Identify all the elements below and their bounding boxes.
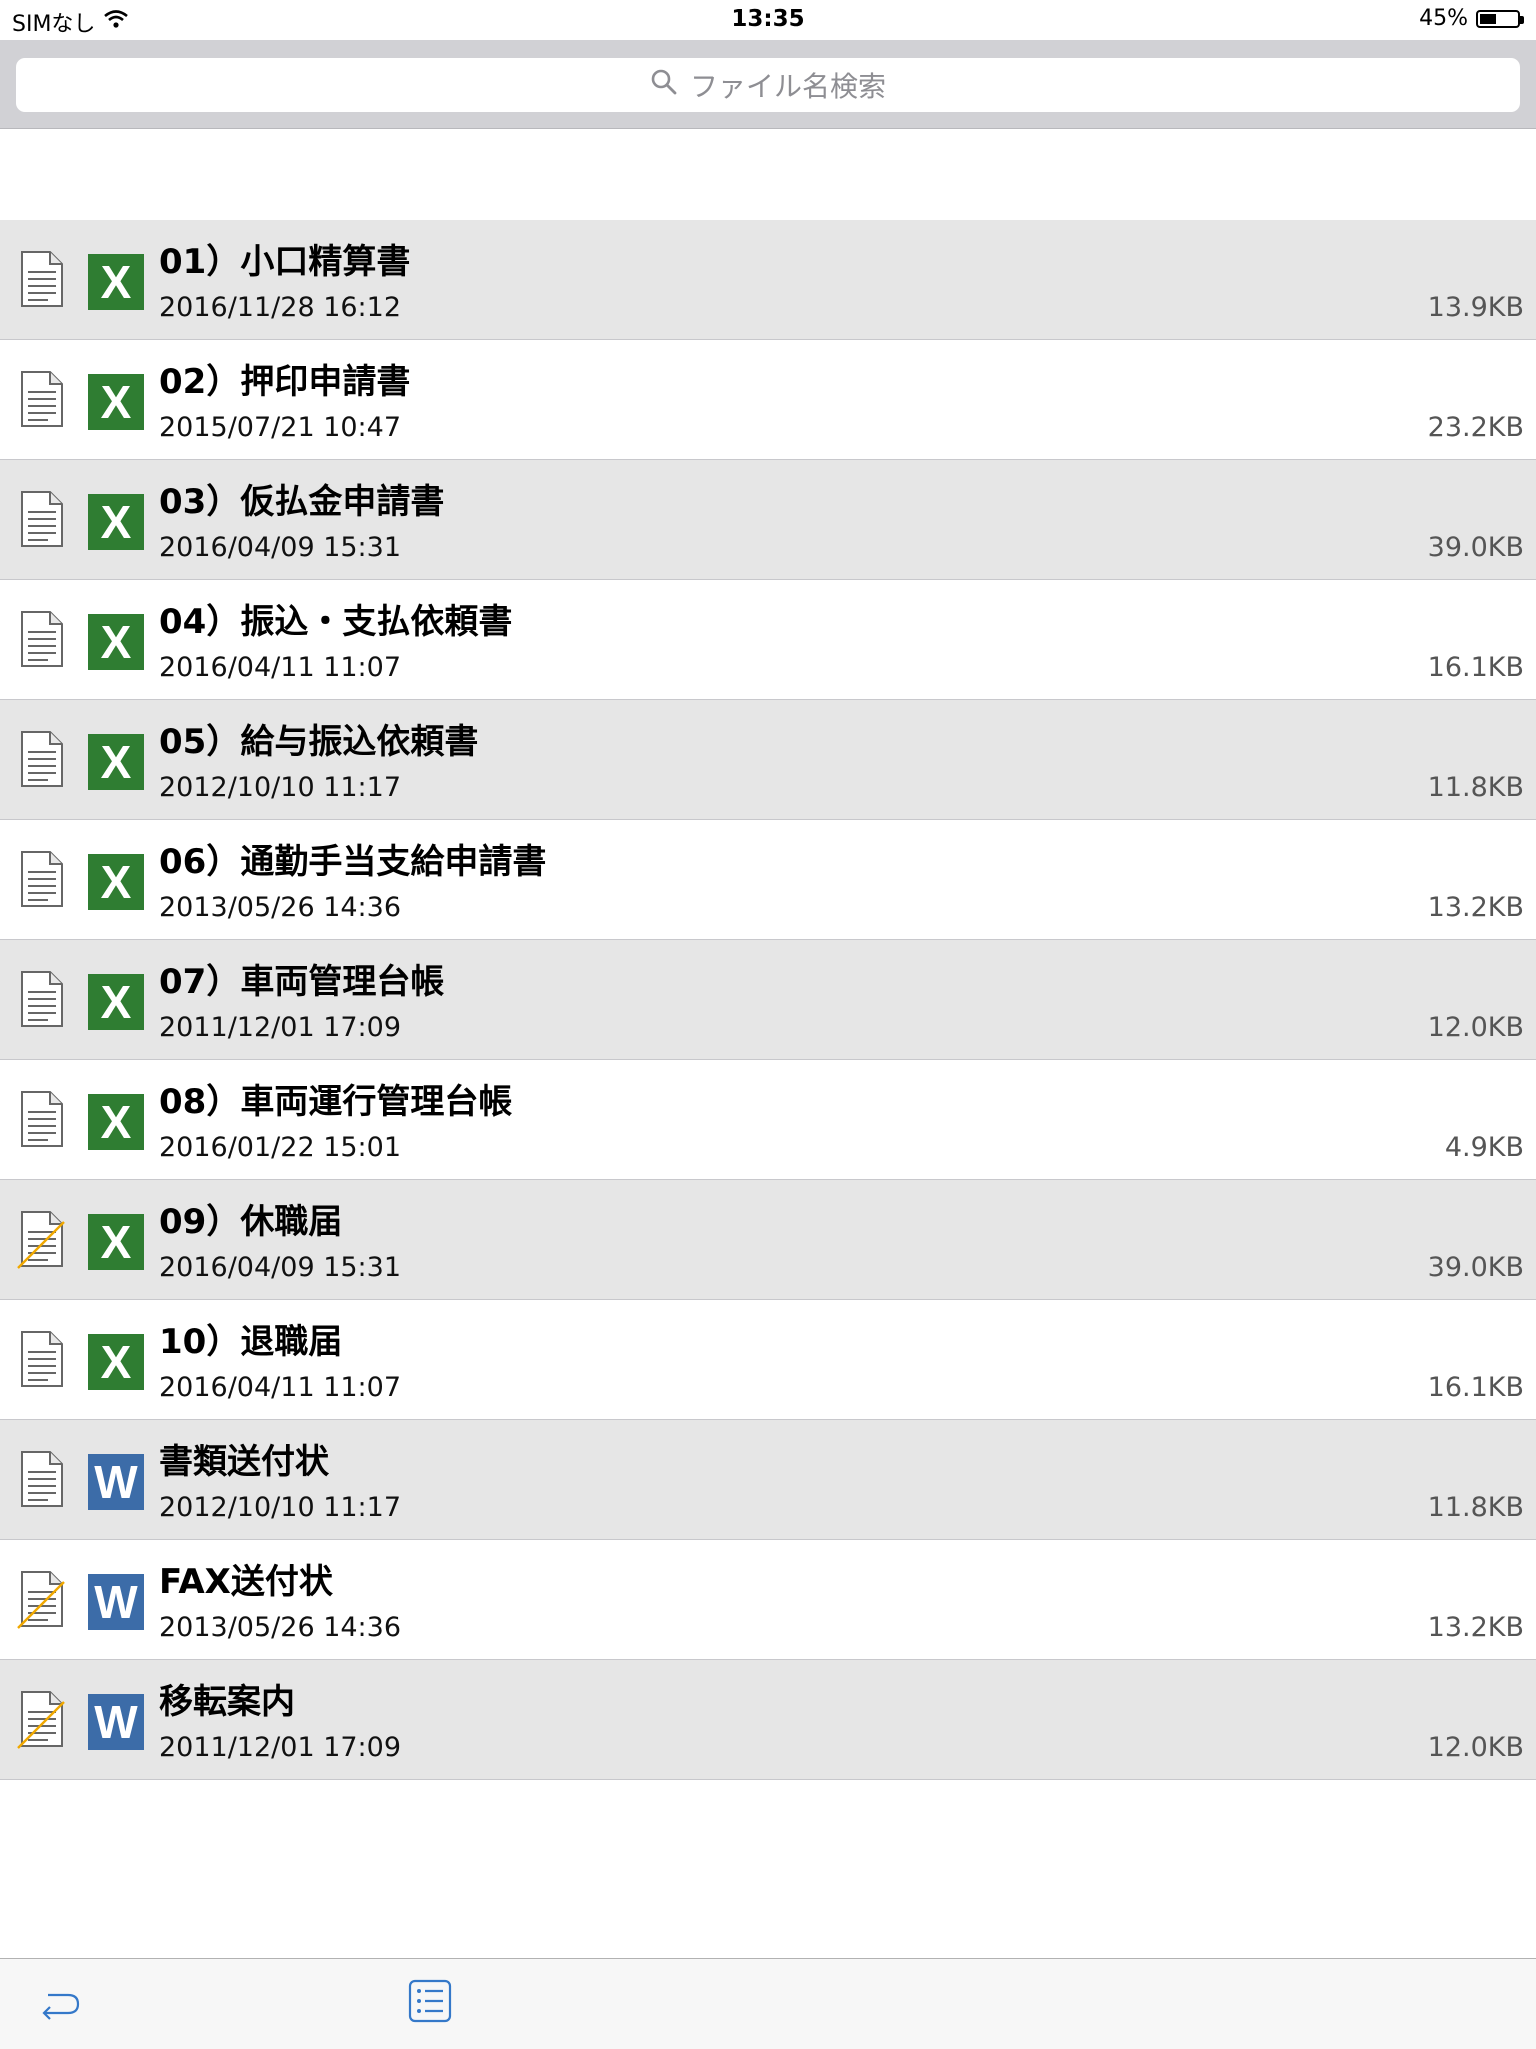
file-date: 2016/01/22 15:01 xyxy=(159,1132,402,1163)
edited-document-icon xyxy=(16,1568,68,1630)
search-bar: ファイル名検索 xyxy=(0,40,1536,129)
file-date: 2013/05/26 14:36 xyxy=(159,1612,402,1643)
file-row[interactable]: X 07）車両管理台帳 2011/12/01 17:09 12.0KB xyxy=(0,940,1536,1060)
file-size: 16.1KB xyxy=(1427,652,1524,683)
battery-icon xyxy=(1476,9,1524,28)
file-size: 11.8KB xyxy=(1427,772,1524,803)
excel-icon: X xyxy=(88,974,144,1030)
file-row[interactable]: W FAX送付状 2013/05/26 14:36 13.2KB xyxy=(0,1540,1536,1660)
word-icon: W xyxy=(88,1454,144,1510)
status-right: 45% xyxy=(1419,6,1524,31)
file-name: FAX送付状 xyxy=(159,1562,333,1602)
file-date: 2012/10/10 11:17 xyxy=(159,1492,402,1523)
edited-document-icon xyxy=(16,1208,68,1270)
status-time: 13:35 xyxy=(731,6,805,32)
document-icon xyxy=(16,968,68,1030)
file-row[interactable]: W 書類送付状 2012/10/10 11:17 11.8KB xyxy=(0,1420,1536,1540)
file-size: 11.8KB xyxy=(1427,1492,1524,1523)
file-row[interactable]: X 01）小口精算書 2016/11/28 16:12 13.9KB xyxy=(0,220,1536,340)
file-size: 23.2KB xyxy=(1427,412,1524,443)
file-size: 12.0KB xyxy=(1427,1012,1524,1043)
document-icon xyxy=(16,368,68,430)
file-row[interactable]: X 04）振込・支払依頼書 2016/04/11 11:07 16.1KB xyxy=(0,580,1536,700)
file-size: 13.9KB xyxy=(1427,292,1524,323)
file-name: 移転案内 xyxy=(159,1682,295,1722)
file-size: 16.1KB xyxy=(1427,1372,1524,1403)
file-date: 2016/04/11 11:07 xyxy=(159,1372,402,1403)
document-icon xyxy=(16,728,68,790)
file-name: 02）押印申請書 xyxy=(159,362,411,402)
file-date: 2012/10/10 11:17 xyxy=(159,772,402,803)
file-size: 13.2KB xyxy=(1427,1612,1524,1643)
excel-icon: X xyxy=(88,734,144,790)
excel-icon: X xyxy=(88,614,144,670)
search-placeholder: ファイル名検索 xyxy=(689,70,886,103)
file-row[interactable]: X 10）退職届 2016/04/11 11:07 16.1KB xyxy=(0,1300,1536,1420)
search-icon xyxy=(650,68,678,103)
bottom-toolbar xyxy=(0,1958,1536,2049)
document-icon xyxy=(16,608,68,670)
excel-icon: X xyxy=(88,1214,144,1270)
file-name: 07）車両管理台帳 xyxy=(159,962,445,1002)
file-name: 01）小口精算書 xyxy=(159,242,411,282)
excel-icon: X xyxy=(88,1334,144,1390)
file-row[interactable]: X 05）給与振込依頼書 2012/10/10 11:17 11.8KB xyxy=(0,700,1536,820)
excel-icon: X xyxy=(88,1094,144,1150)
file-name: 06）通勤手当支給申請書 xyxy=(159,842,547,882)
document-icon xyxy=(16,1088,68,1150)
file-row[interactable]: X 06）通勤手当支給申請書 2013/05/26 14:36 13.2KB xyxy=(0,820,1536,940)
file-row[interactable]: X 08）車両運行管理台帳 2016/01/22 15:01 4.9KB xyxy=(0,1060,1536,1180)
battery-percent: 45% xyxy=(1419,6,1468,31)
file-size: 13.2KB xyxy=(1427,892,1524,923)
file-row[interactable]: X 02）押印申請書 2015/07/21 10:47 23.2KB xyxy=(0,340,1536,460)
file-date: 2016/04/09 15:31 xyxy=(159,1252,402,1283)
list-icon[interactable] xyxy=(408,1979,452,2023)
file-size: 39.0KB xyxy=(1427,1252,1524,1283)
file-size: 4.9KB xyxy=(1444,1132,1524,1163)
file-name: 08）車両運行管理台帳 xyxy=(159,1082,513,1122)
file-name: 10）退職届 xyxy=(159,1322,343,1362)
excel-icon: X xyxy=(88,254,144,310)
battery-fill xyxy=(1480,13,1496,24)
file-date: 2016/04/09 15:31 xyxy=(159,532,402,563)
word-icon: W xyxy=(88,1574,144,1630)
excel-icon: X xyxy=(88,494,144,550)
document-icon xyxy=(16,488,68,550)
file-name: 04）振込・支払依頼書 xyxy=(159,602,513,642)
excel-icon: X xyxy=(88,374,144,430)
list-header-spacer xyxy=(0,129,1536,220)
document-icon xyxy=(16,1328,68,1390)
file-row[interactable]: W 移転案内 2011/12/01 17:09 12.0KB xyxy=(0,1660,1536,1780)
file-row[interactable]: X 03）仮払金申請書 2016/04/09 15:31 39.0KB xyxy=(0,460,1536,580)
file-date: 2015/07/21 10:47 xyxy=(159,412,402,443)
document-icon xyxy=(16,248,68,310)
file-name: 書類送付状 xyxy=(159,1442,329,1482)
document-icon xyxy=(16,1448,68,1510)
file-size: 12.0KB xyxy=(1427,1732,1524,1763)
word-icon: W xyxy=(88,1694,144,1750)
search-input[interactable]: ファイル名検索 xyxy=(16,58,1520,112)
excel-icon: X xyxy=(88,854,144,910)
edited-document-icon xyxy=(16,1688,68,1750)
file-date: 2016/11/28 16:12 xyxy=(159,292,402,323)
file-name: 05）給与振込依頼書 xyxy=(159,722,479,762)
status-bar: SIMなし 13:35 45% xyxy=(0,0,1536,40)
file-name: 03）仮払金申請書 xyxy=(159,482,445,522)
file-row[interactable]: X 09）休職届 2016/04/09 15:31 39.0KB xyxy=(0,1180,1536,1300)
file-date: 2013/05/26 14:36 xyxy=(159,892,402,923)
file-date: 2016/04/11 11:07 xyxy=(159,652,402,683)
file-size: 39.0KB xyxy=(1427,532,1524,563)
file-date: 2011/12/01 17:09 xyxy=(159,1012,402,1043)
file-date: 2011/12/01 17:09 xyxy=(159,1732,402,1763)
file-name: 09）休職届 xyxy=(159,1202,343,1242)
file-list: X 01）小口精算書 2016/11/28 16:12 13.9KB X 02）押印申請書… xyxy=(0,220,1536,1780)
return-arrow-icon[interactable] xyxy=(38,1985,84,2025)
document-icon xyxy=(16,848,68,910)
